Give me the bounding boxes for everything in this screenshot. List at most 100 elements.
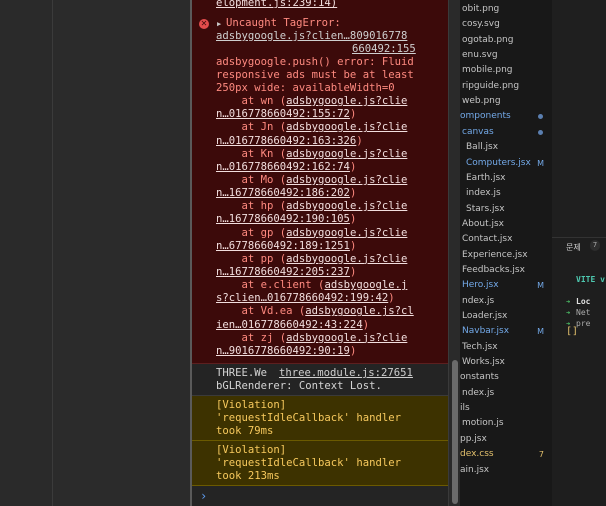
- explorer-item[interactable]: web.png: [460, 94, 552, 109]
- source-link[interactable]: three.module.js:27651: [279, 367, 413, 380]
- source-link[interactable]: n…16778660492:205:237: [216, 266, 350, 278]
- error-top-link[interactable]: elopment.js:239:14): [216, 0, 337, 10]
- explorer-item[interactable]: Contact.jsx: [460, 232, 552, 247]
- explorer-item[interactable]: Hero.jsx M: [460, 278, 552, 293]
- source-link[interactable]: adsbygoogle.j: [324, 279, 407, 291]
- explorer-item[interactable]: canvas: [460, 125, 552, 140]
- error-msg-line: responsive ads must be at least: [216, 69, 414, 81]
- explorer-item-label: canvas: [462, 126, 494, 137]
- stack-frame: at zj (adsbygoogle.js?clie: [216, 332, 408, 345]
- error-title-link[interactable]: adsbygoogle.js?clien…809016778: [216, 30, 407, 43]
- modified-dot-icon: [538, 129, 543, 135]
- explorer-item[interactable]: enu.svg: [460, 48, 552, 63]
- source-link[interactable]: adsbygoogle.js?clie: [286, 332, 407, 344]
- console-error-message[interactable]: elopment.js:239:14) ✕ ▶ Uncaught TagErro…: [192, 0, 448, 364]
- source-link[interactable]: adsbygoogle.js?clie: [286, 121, 407, 133]
- explorer-item-label: ils: [460, 403, 470, 414]
- paren: ): [349, 239, 357, 252]
- explorer-item[interactable]: onstants: [460, 370, 552, 385]
- editor-area[interactable]: [552, 0, 606, 238]
- stack-frame-name: at wn (: [216, 95, 287, 107]
- console-prompt-icon[interactable]: ›: [200, 489, 207, 503]
- explorer-item[interactable]: Stars.jsx: [460, 202, 552, 217]
- warning-line: took 213ms: [216, 470, 280, 482]
- source-link[interactable]: adsbygoogle.js?clie: [286, 174, 407, 186]
- explorer-item[interactable]: ain.jsx: [460, 463, 552, 478]
- stack-frame: at hp (adsbygoogle.js?clie: [216, 200, 408, 213]
- stack-frame-name: at Jn (: [216, 121, 287, 134]
- explorer-item[interactable]: Experience.jsx: [460, 248, 552, 263]
- terminal-line: Net: [576, 308, 591, 317]
- explorer-item[interactable]: Earth.jsx: [460, 171, 552, 186]
- explorer-item[interactable]: Computers.jsx M: [460, 156, 552, 171]
- stack-frame-cont: n…16778660492:190:105): [216, 213, 356, 226]
- explorer-item[interactable]: Ball.jsx: [460, 140, 552, 155]
- explorer-item[interactable]: pp.jsx: [460, 432, 552, 447]
- source-link[interactable]: adsbygoogle.js?clie: [286, 95, 407, 107]
- warning-line: 'requestIdleCallback' handler: [216, 412, 401, 424]
- console-scrollbar[interactable]: [448, 0, 460, 506]
- explorer-item[interactable]: ils: [460, 401, 552, 416]
- source-link[interactable]: n…9016778660492:90:19: [216, 345, 350, 357]
- source-link[interactable]: n…16778660492:186:202: [216, 187, 350, 199]
- console-log-message: THREE.We three.module.js:27651 bGLRender…: [192, 364, 448, 396]
- explorer-item[interactable]: Loader.jsx: [460, 309, 552, 324]
- explorer-item[interactable]: ndex.js: [460, 294, 552, 309]
- source-link[interactable]: n…016778660492:163:326: [216, 135, 356, 147]
- tab-problems[interactable]: 문제: [566, 242, 581, 253]
- stack-frame: at Kn (adsbygoogle.js?clie: [216, 148, 408, 161]
- explorer-item-label: Earth.jsx: [466, 172, 506, 183]
- explorer-item[interactable]: cosy.svg: [460, 17, 552, 32]
- explorer-item[interactable]: ndex.js: [460, 386, 552, 401]
- source-link[interactable]: adsbygoogle.js?clie: [286, 148, 407, 160]
- editor-panel: 문제 7 VITE v ➜ Loc ➜ Net ➜ pre []: [552, 0, 606, 506]
- explorer-item[interactable]: Navbar.jsx M: [460, 324, 552, 339]
- source-link[interactable]: ien…016778660492:43:224: [216, 319, 363, 331]
- explorer-item[interactable]: motion.js: [460, 416, 552, 431]
- git-status-badge: M: [537, 327, 544, 337]
- explorer-item-label: Loader.jsx: [462, 311, 508, 321]
- explorer-item[interactable]: obit.png: [460, 2, 552, 17]
- explorer-item[interactable]: mobile.png: [460, 63, 552, 78]
- error-title-link-cont[interactable]: 660492:155: [352, 43, 416, 56]
- source-link[interactable]: n…16778660492:190:105: [216, 213, 350, 225]
- stack-frame-name: at pp (: [216, 252, 287, 265]
- source-link[interactable]: adsbygoogle.js?clie: [286, 253, 407, 265]
- explorer-item[interactable]: Feedbacks.jsx: [460, 263, 552, 278]
- explorer-item-label: Tech.jsx: [462, 341, 498, 352]
- source-link[interactable]: adsbygoogle.js?clie: [286, 227, 407, 239]
- arrow-right-icon: ➜: [566, 298, 571, 306]
- terminal-line: Loc: [576, 297, 591, 306]
- stack-frame-name: at hp (: [216, 200, 287, 213]
- explorer-item[interactable]: omponents: [460, 109, 552, 124]
- explorer-item[interactable]: Tech.jsx: [460, 340, 552, 355]
- source-link[interactable]: adsbygoogle.js?clie: [286, 200, 407, 212]
- explorer-item-label: ndex.js: [462, 295, 495, 306]
- explorer-item[interactable]: ogotab.png: [460, 33, 552, 48]
- explorer-item[interactable]: About.jsx: [460, 217, 552, 232]
- git-status-badge: M: [537, 158, 544, 168]
- explorer-item-label: mobile.png: [462, 65, 513, 76]
- source-link[interactable]: elopment.js:239:14): [216, 0, 337, 9]
- explorer-item-label: Stars.jsx: [466, 203, 505, 214]
- stack-frame-name: at gp (: [216, 226, 287, 239]
- source-link[interactable]: n…016778660492:162:74: [216, 161, 350, 173]
- error-title: Uncaught TagError:: [226, 17, 341, 29]
- explorer-item[interactable]: ripguide.png: [460, 79, 552, 94]
- error-msg-line: 250px wide: availableWidth=0: [216, 82, 395, 94]
- warning-line: [Violation]: [216, 444, 287, 456]
- explorer-item[interactable]: Works.jsx: [460, 355, 552, 370]
- explorer-item[interactable]: dex.css 7: [460, 447, 552, 462]
- scrollbar-thumb[interactable]: [452, 360, 458, 504]
- stack-frame: at e.client (adsbygoogle.j: [216, 279, 408, 292]
- explorer-item-label: cosy.svg: [462, 19, 500, 30]
- source-link[interactable]: n…016778660492:155:72: [216, 108, 350, 120]
- log-text: THREE.We: [216, 367, 268, 379]
- source-link[interactable]: n…6778660492:189:1251: [216, 240, 350, 252]
- source-link[interactable]: s?clien…016778660492:199:42: [216, 292, 388, 304]
- explorer-item-label: Feedbacks.jsx: [462, 264, 525, 275]
- explorer-item-label: Works.jsx: [462, 357, 505, 368]
- explorer-item[interactable]: index.js: [460, 186, 552, 201]
- explorer-item-label: Ball.jsx: [466, 142, 499, 153]
- source-link[interactable]: adsbygoogle.js?cl: [305, 305, 413, 317]
